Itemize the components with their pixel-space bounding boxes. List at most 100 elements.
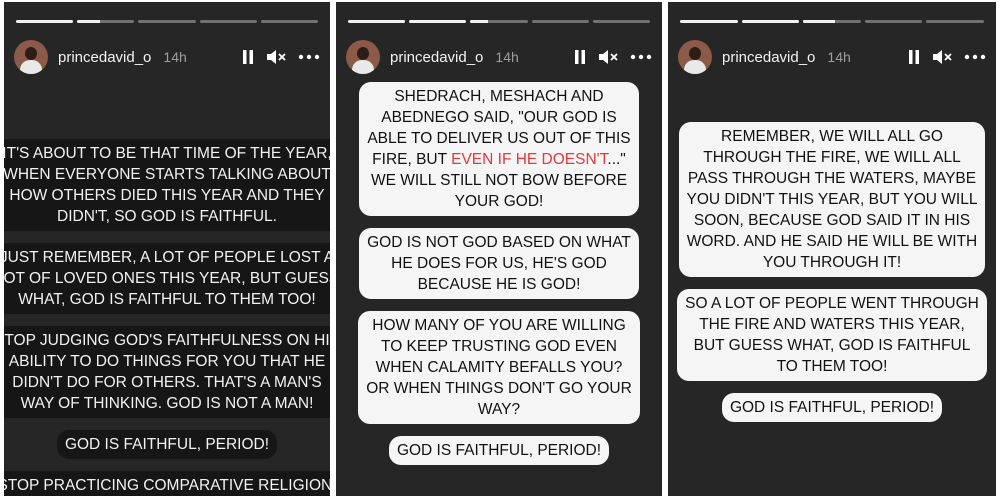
story-text-block: STOP JUDGING GOD'S FAITHFULNESS ON HIS A… <box>4 326 330 418</box>
story-panel-3: princedavid_o 14h REMEMBER, WE WILL ALL … <box>668 2 996 496</box>
text-line: WE WILL STILL NOT BOW BEFORE <box>370 172 628 189</box>
text-line: YOU THROUGH IT! <box>762 254 902 271</box>
text-line: HE DOES FOR US, HE'S GOD <box>391 255 607 272</box>
avatar[interactable] <box>14 40 48 74</box>
text-line: WAY? <box>477 401 521 418</box>
text-fragment: ..." <box>607 151 626 168</box>
progress-segment <box>531 20 589 23</box>
progress-segment <box>348 20 406 23</box>
post-time: 14h <box>163 49 187 65</box>
text-line: GOD IS FAITHFUL, PERIOD! <box>729 399 935 416</box>
progress-segment <box>260 20 319 23</box>
story-content: REMEMBER, WE WILL ALL GO THROUGH THE FIR… <box>668 122 996 434</box>
pause-icon[interactable] <box>908 49 920 65</box>
progress-segment <box>77 20 135 23</box>
text-line: BECAUSE HE IS GOD! <box>417 276 581 293</box>
story-content: SHEDRACH, MESHACH AND ABEDNEGO SAID, "OU… <box>336 82 662 477</box>
text-line: DIDN'T, SO GOD IS FAITHFUL. <box>57 208 277 225</box>
text-line: GOD IS NOT GOD BASED ON WHAT <box>367 234 631 251</box>
progress-fill <box>348 20 406 23</box>
more-options-icon[interactable] <box>630 54 652 60</box>
more-options-icon[interactable] <box>964 54 986 60</box>
text-line: STOP PRACTICING COMPARATIVE RELIGION! <box>4 477 330 494</box>
text-line: HOW MANY OF YOU ARE WILLING <box>372 317 626 334</box>
text-line: FIRE, BUT EVEN IF HE DOESN'T..." <box>367 149 630 170</box>
text-line: TO THEM TOO! <box>776 358 888 375</box>
text-line: YOU DIDN'T THIS YEAR, BUT YOU WILL <box>686 191 978 208</box>
story-progress-bar <box>16 20 319 23</box>
pause-icon[interactable] <box>574 49 586 65</box>
progress-segment <box>409 20 467 23</box>
mute-icon[interactable] <box>598 49 618 65</box>
text-line: REMEMBER, WE WILL ALL GO <box>721 128 943 145</box>
story-text-block: GOD IS NOT GOD BASED ON WHAT HE DOES FOR… <box>359 228 639 299</box>
progress-segment <box>138 20 196 23</box>
text-line: ABEDNEGO SAID, "OUR GOD IS <box>381 109 617 126</box>
story-header: princedavid_o 14h <box>346 40 652 74</box>
progress-segment <box>592 20 651 23</box>
story-text-block: SHEDRACH, MESHACH AND ABEDNEGO SAID, "OU… <box>359 82 639 216</box>
text-line: SOON, BECAUSE GOD SAID IT IN HIS <box>693 212 971 229</box>
text-line: YOUR GOD! <box>454 193 544 210</box>
story-progress-bar <box>348 20 651 23</box>
story-controls <box>908 49 986 65</box>
progress-fill <box>409 20 467 23</box>
progress-fill <box>741 20 800 23</box>
post-time: 14h <box>827 49 851 65</box>
avatar[interactable] <box>678 40 712 74</box>
text-line: DIDN'T DO FOR OTHERS. THAT'S A MAN'S <box>12 374 322 391</box>
story-text-block: STOP PRACTICING COMPARATIVE RELIGION! <box>4 471 330 496</box>
text-line: GOD IS FAITHFUL, PERIOD! <box>396 442 602 459</box>
story-text-block: SO A LOT OF PEOPLE WENT THROUGH THE FIRE… <box>677 289 987 381</box>
text-line: STOP JUDGING GOD'S FAITHFULNESS ON HIS <box>4 332 330 349</box>
text-line: WHAT, GOD IS FAITHFUL TO THEM TOO! <box>18 291 316 308</box>
story-text-block: JUST REMEMBER, A LOT OF PEOPLE LOST A LO… <box>4 243 330 314</box>
progress-segment <box>926 20 984 23</box>
text-line: TO KEEP TRUSTING GOD EVEN <box>381 338 617 355</box>
text-line: HOW OTHERS DIED THIS YEAR AND THEY <box>9 187 325 204</box>
mute-icon[interactable] <box>266 49 286 65</box>
username[interactable]: princedavid_o <box>722 49 815 66</box>
username[interactable]: princedavid_o <box>390 49 483 66</box>
avatar[interactable] <box>346 40 380 74</box>
story-text-block: GOD IS FAITHFUL, PERIOD! <box>56 430 278 459</box>
story-text-block: GOD IS FAITHFUL, PERIOD! <box>388 436 610 465</box>
story-text-block: IT'S ABOUT TO BE THAT TIME OF THE YEAR, … <box>4 139 330 231</box>
story-text-block: REMEMBER, WE WILL ALL GO THROUGH THE FIR… <box>678 122 986 277</box>
progress-segment <box>864 20 923 23</box>
story-content: IT'S ABOUT TO BE THAT TIME OF THE YEAR, … <box>4 139 330 496</box>
more-options-icon[interactable] <box>298 54 320 60</box>
story-panel-2: princedavid_o 14h SHEDRACH, MESHACH AND … <box>336 2 662 496</box>
text-line: THROUGH THE FIRE, WE WILL ALL <box>703 149 961 166</box>
username[interactable]: princedavid_o <box>58 49 151 66</box>
progress-fill <box>680 20 738 23</box>
pause-icon[interactable] <box>242 49 254 65</box>
text-line: WORD. AND HE SAID HE WILL BE WITH <box>686 233 978 250</box>
text-line: SHEDRACH, MESHACH AND <box>394 88 604 105</box>
text-line: SO A LOT OF PEOPLE WENT THROUGH <box>685 295 979 312</box>
text-line: ABILITY TO DO THINGS FOR YOU THAT HE <box>8 353 326 370</box>
text-line: OR WHEN THINGS DON'T GO YOUR <box>366 380 632 397</box>
progress-segment <box>199 20 257 23</box>
story-header: princedavid_o 14h <box>14 40 320 74</box>
text-line: LOT OF LOVED ONES THIS YEAR, BUT GUESS <box>4 270 330 287</box>
progress-segment <box>803 20 861 23</box>
text-line: IT'S ABOUT TO BE THAT TIME OF THE YEAR, <box>4 145 330 162</box>
mute-icon[interactable] <box>932 49 952 65</box>
text-fragment: FIRE, BUT <box>372 151 452 168</box>
text-line: JUST REMEMBER, A LOT OF PEOPLE LOST A <box>4 249 330 266</box>
text-line: GOD IS FAITHFUL, PERIOD! <box>64 436 270 453</box>
text-line: ABLE TO DELIVER US OUT OF THIS <box>367 130 631 147</box>
story-header: princedavid_o 14h <box>678 40 986 74</box>
progress-fill <box>77 20 101 23</box>
story-text-block: HOW MANY OF YOU ARE WILLING TO KEEP TRUS… <box>358 311 640 424</box>
progress-segment <box>741 20 800 23</box>
progress-segment <box>470 20 528 23</box>
text-line: THE FIRE AND WATERS THIS YEAR, <box>699 316 965 333</box>
text-line: BUT GUESS WHAT, GOD IS FAITHFUL <box>693 337 971 354</box>
story-controls <box>574 49 652 65</box>
text-line: WHEN EVERYONE STARTS TALKING ABOUT <box>4 166 330 183</box>
progress-fill <box>16 20 74 23</box>
highlighted-text: EVEN IF HE DOESN'T <box>451 151 608 168</box>
story-text-block: GOD IS FAITHFUL, PERIOD! <box>721 393 943 422</box>
